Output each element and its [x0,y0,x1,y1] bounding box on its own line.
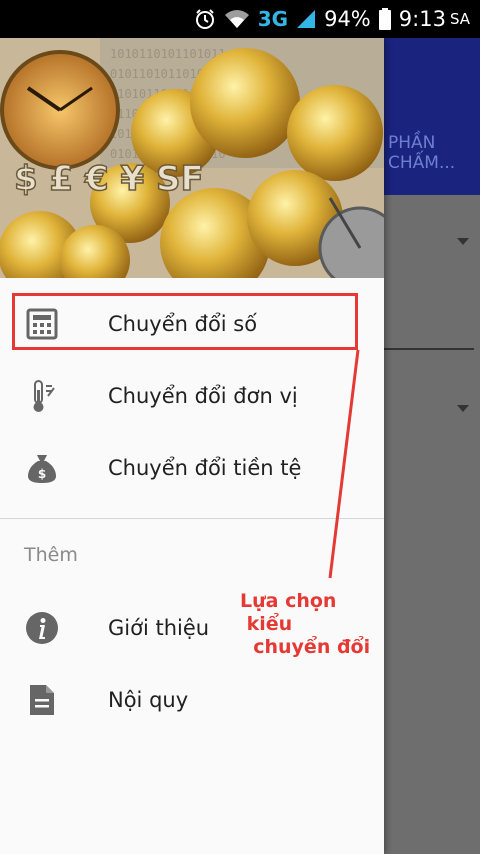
menu-item-label: Giới thiệu [108,616,210,640]
clock: 9:13 [398,7,446,31]
menu-item-label: Nội quy [108,688,189,712]
app-tab-label-line1: PHẦN [388,133,436,153]
drawer-header-image: 1010110101101011 0101101011010110 110101… [0,38,384,278]
signal-icon [296,9,316,29]
document-icon [24,682,60,718]
network-type: 3G [257,7,289,31]
svg-text:1010110101101011: 1010110101101011 [110,47,226,61]
app-tab-label[interactable]: PHẦN CHẤM... [388,133,455,173]
alarm-icon [194,8,216,30]
menu-item-currency-conversion[interactable]: $ Chuyển đổi tiền tệ [0,436,384,500]
section-title-more: Thêm [24,544,78,566]
app-tab-label-line2: CHẤM... [388,153,456,173]
currency-symbols: $ £ € ¥ SF [14,159,204,199]
money-bag-icon: $ [24,450,60,486]
clock-ampm: SA [449,10,470,28]
input-underline [384,348,474,350]
battery-percent: 94% [324,7,371,31]
thermometer-icon [24,378,60,414]
menu-divider [0,518,384,519]
annotation-text: Lựa chọn kiểu chuyển đổi [240,590,371,658]
svg-text:$: $ [38,467,46,481]
info-icon [24,610,60,646]
menu-item-label: Chuyển đổi đơn vị [108,384,298,408]
menu-item-label: Chuyển đổi tiền tệ [108,456,302,480]
navigation-drawer: 1010110101101011 0101101011010110 110101… [0,38,384,854]
annotation-highlight-box [12,293,358,350]
dropdown-arrow-icon[interactable] [457,238,469,245]
menu-item-rules[interactable]: Nội quy [0,668,384,732]
status-bar: 3G 94% 9:13 SA [0,0,480,38]
battery-icon [378,8,391,30]
menu-item-unit-conversion[interactable]: Chuyển đổi đơn vị [0,364,384,428]
dropdown-arrow-icon[interactable] [457,405,469,412]
wifi-icon [224,9,250,29]
